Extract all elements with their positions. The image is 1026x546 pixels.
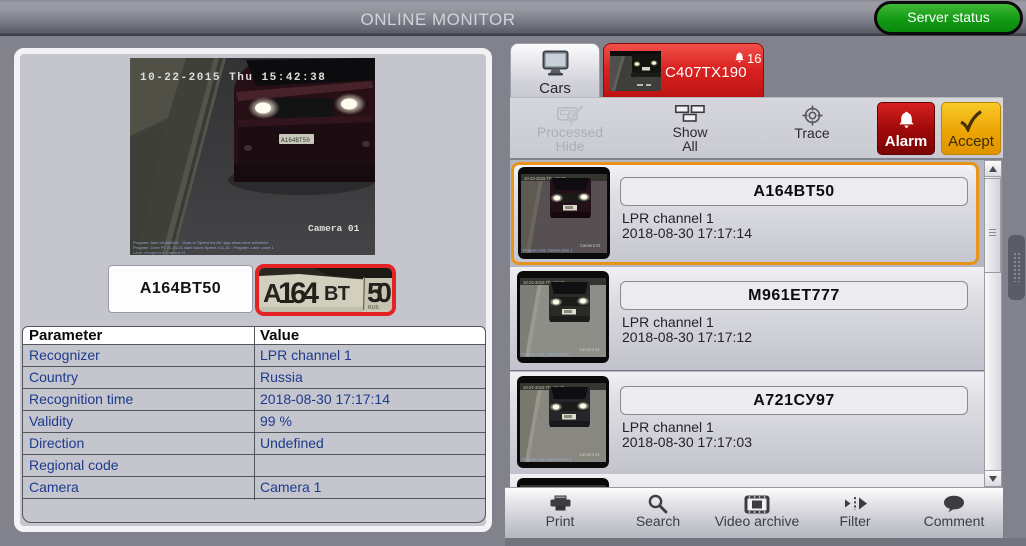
svg-text:164: 164 <box>278 277 319 310</box>
svg-text:Program zone: Camera chan 1: Program zone: Camera chan 1 <box>522 353 571 357</box>
svg-text:Program zone: Camera chan 1: Program zone: Camera chan 1 <box>523 249 572 253</box>
svg-text:10-22-2015 Thu 15:42:38: 10-22-2015 Thu 15:42:38 <box>140 72 326 84</box>
svg-text:Camera 01: Camera 01 <box>308 223 360 234</box>
svg-text:Lane: recognized: Camera 01: Lane: recognized: Camera 01 <box>133 250 186 255</box>
svg-text:A164BT50: A164BT50 <box>281 137 310 144</box>
svg-text:Camera 01: Camera 01 <box>579 347 600 352</box>
svg-text:BT: BT <box>324 283 350 305</box>
svg-text:RUS: RUS <box>368 305 379 311</box>
svg-text:Camera 01: Camera 01 <box>579 452 600 457</box>
svg-text:Camera 01: Camera 01 <box>580 243 601 248</box>
svg-text:50: 50 <box>367 277 392 308</box>
svg-text:Program zone: Camera chan 1: Program zone: Camera chan 1 <box>522 458 571 462</box>
